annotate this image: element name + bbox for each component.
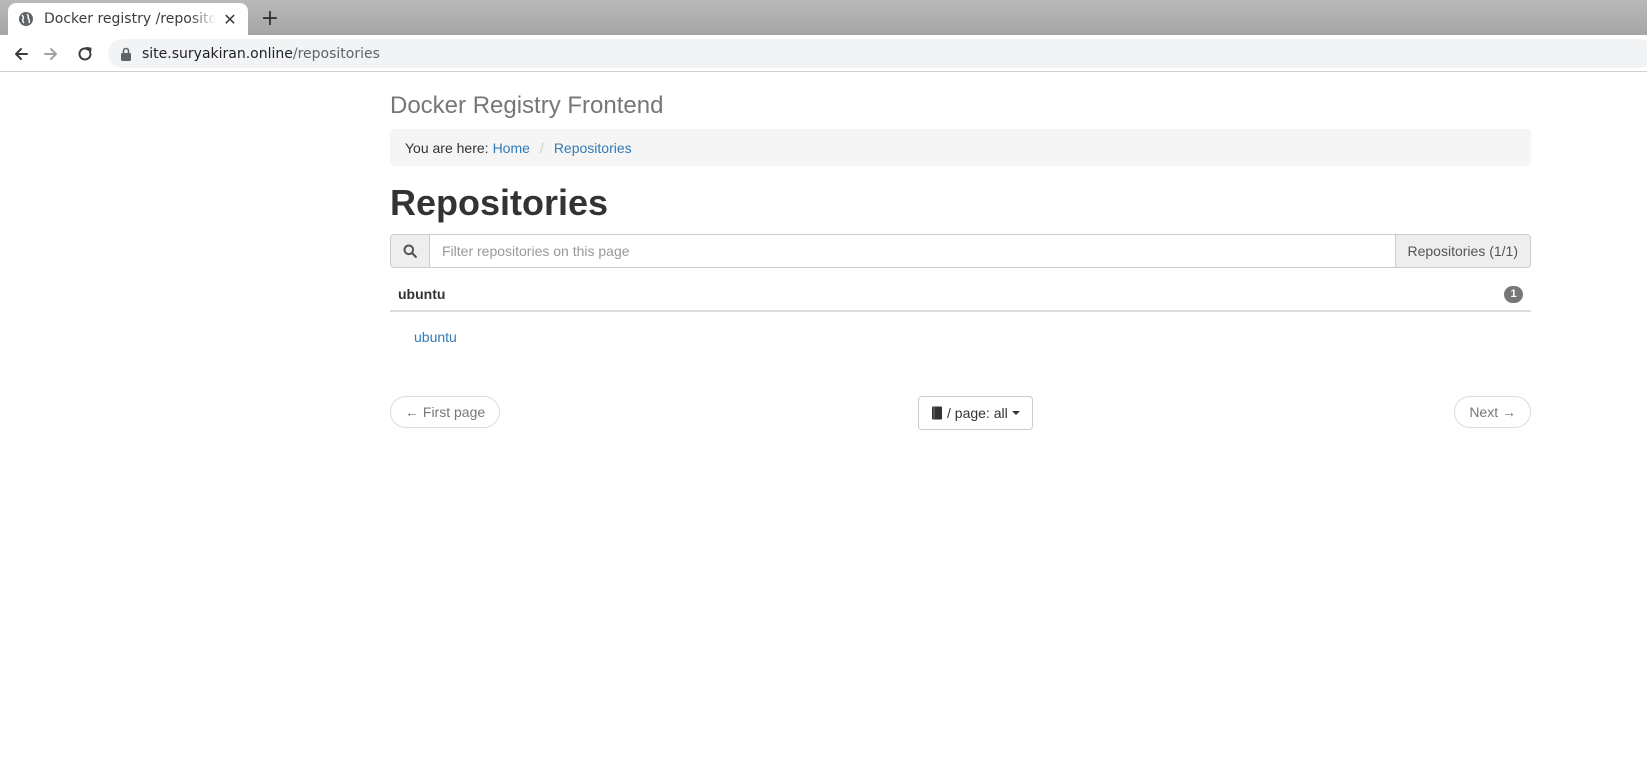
browser-tab[interactable]: Docker registry /repositories ✕	[8, 3, 248, 35]
repositories-count: Repositories (1/1)	[1394, 234, 1531, 268]
globe-icon	[19, 12, 33, 26]
lock-icon	[121, 47, 131, 61]
reload-icon[interactable]	[72, 41, 98, 67]
address-url: site.suryakiran.online/repositories	[142, 46, 380, 62]
repository-group-name: ubuntu	[398, 286, 446, 302]
plus-icon[interactable]: +	[258, 6, 282, 31]
repository-group-header: ubuntu 1	[390, 278, 1531, 312]
breadcrumb-prefix: You are here:	[405, 139, 489, 156]
filter-group: Repositories (1/1)	[390, 234, 1531, 268]
search-icon	[390, 234, 430, 268]
browser-tab-title: Docker registry /repositories	[44, 11, 216, 27]
back-arrow-icon[interactable]	[8, 41, 34, 67]
breadcrumb-separator: /	[539, 139, 544, 156]
browser-toolbar: site.suryakiran.online/repositories	[0, 35, 1647, 72]
breadcrumb: You are here: Home / Repositories	[390, 129, 1531, 166]
close-icon[interactable]: ✕	[222, 10, 238, 29]
browser-tab-bar: Docker registry /repositories ✕ +	[0, 0, 1647, 35]
book-icon	[932, 406, 942, 420]
address-url-host: site.suryakiran.online	[142, 45, 293, 62]
address-url-path: /repositories	[292, 45, 380, 62]
per-page-label: / page: all	[947, 405, 1008, 421]
filter-repositories-input[interactable]	[430, 234, 1395, 268]
first-page-button[interactable]: ← First page	[390, 396, 501, 428]
site-title: Docker Registry Frontend	[390, 92, 664, 119]
breadcrumb-home-link[interactable]: Home	[493, 140, 530, 156]
per-page-dropdown[interactable]: / page: all	[918, 396, 1033, 430]
breadcrumb-repositories-link[interactable]: Repositories	[554, 140, 632, 156]
address-bar[interactable]: site.suryakiran.online/repositories	[108, 39, 1647, 68]
forward-arrow-icon[interactable]	[38, 41, 64, 67]
next-page-button[interactable]: Next →	[1454, 396, 1531, 428]
repository-link[interactable]: ubuntu	[414, 329, 457, 345]
chevron-down-icon	[1011, 411, 1020, 415]
page-title: Repositories	[390, 182, 609, 223]
pagination: ← First page / page: all Next →	[390, 396, 1531, 430]
repository-count-badge: 1	[1504, 285, 1523, 303]
